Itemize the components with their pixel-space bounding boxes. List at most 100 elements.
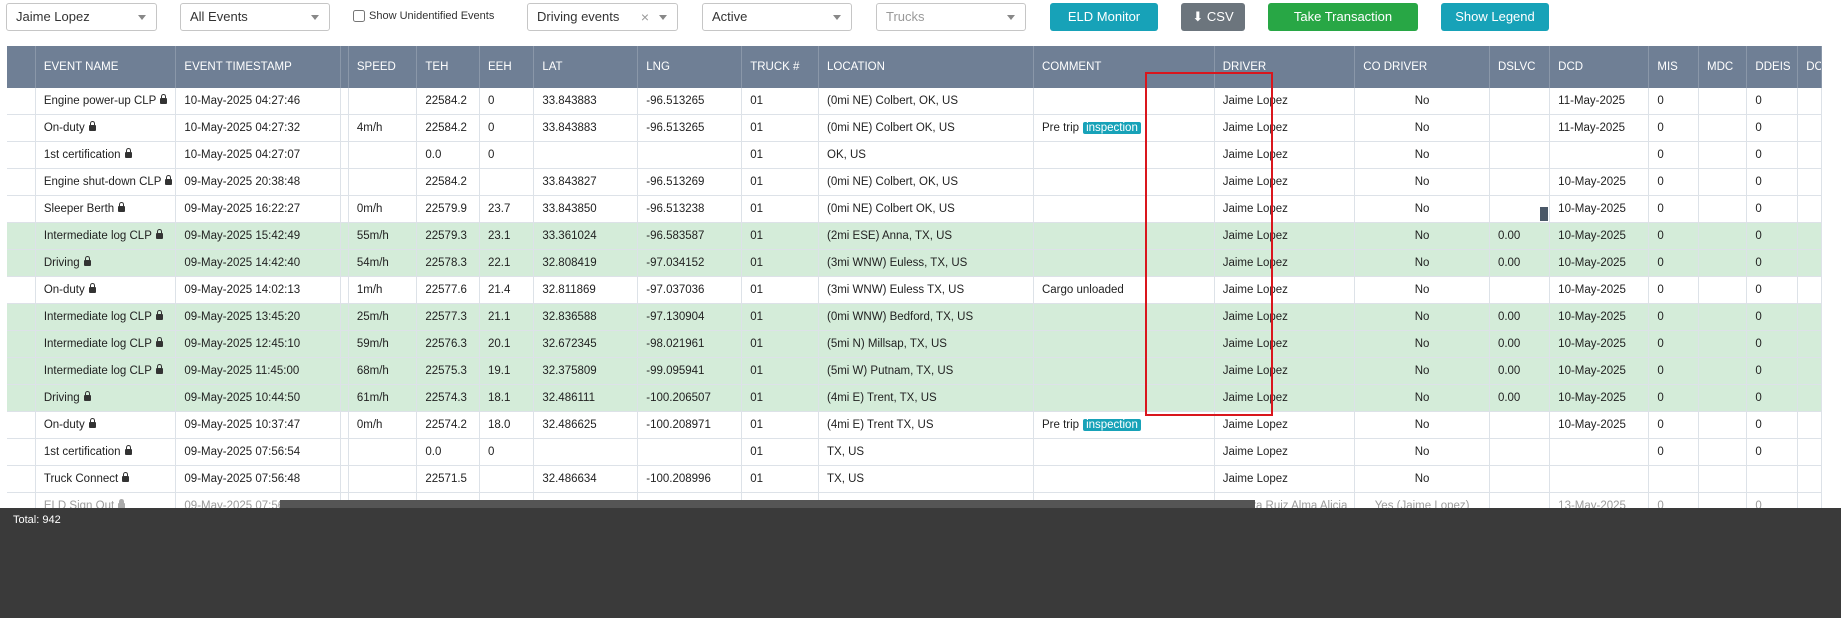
column-header[interactable]: LAT [533,46,639,88]
timestamp-cell-text: 09-May-2025 20:38:48 [184,176,301,188]
csv-button[interactable]: ⬇ CSV [1181,3,1245,31]
column-header[interactable]: LOCATION [818,46,1034,88]
show-unidentified-checkbox[interactable]: Show Unidentified Events [353,8,494,24]
speed-cell [348,141,418,169]
lng-cell: -97.130904 [637,303,743,331]
column-header[interactable]: DDEIS [1746,46,1799,88]
speed-cell: 59m/h [348,330,418,358]
dslvc-cell-text: 0.00 [1497,392,1521,404]
table-row[interactable]: Intermediate log CLP 09-May-2025 12:45:10… [7,330,1822,358]
table-row[interactable]: On-duty 09-May-2025 14:02:13 1m/h 22577.6 21… [7,276,1822,304]
event-name-cell: Driving [35,249,177,277]
table-row[interactable]: Sleeper Berth 09-May-2025 16:22:27 0m/h 225… [7,195,1822,223]
speed-cell [348,88,418,115]
horizontal-scrollbar[interactable] [280,500,1255,508]
eld-monitor-button[interactable]: ELD Monitor [1050,3,1158,31]
table-row[interactable]: Driving 09-May-2025 14:42:40 54m/h 22578.3 2… [7,249,1822,277]
column-header[interactable]: MIS [1648,46,1699,88]
table-row[interactable]: Engine shut-down CLP 09-May-2025 20:38:48… [7,168,1822,196]
dcd-cell-text: 10-May-2025 [1558,230,1626,242]
table-row[interactable]: Engine power-up CLP 10-May-2025 04:27:46 2… [7,88,1822,115]
table-row[interactable]: Intermediate log CLP 09-May-2025 13:45:20… [7,303,1822,331]
events-select[interactable]: All Events [180,3,330,31]
truck-cell-text: 01 [750,338,764,350]
timestamp-cell-text: 10-May-2025 04:27:32 [184,122,301,134]
co-driver-cell-text: No [1414,419,1430,431]
blank-cell [340,249,349,277]
show-legend-button[interactable]: Show Legend [1441,3,1549,31]
teh-cell-text: 22577.3 [425,311,467,323]
column-header[interactable]: DC [1797,46,1822,88]
table-row[interactable]: 1st certification 10-May-2025 04:27:07 0.0… [7,141,1822,169]
eeh-cell-text: 22.1 [487,257,511,269]
column-header[interactable]: CO DRIVER [1354,46,1490,88]
mis-cell: 0 [1648,222,1699,250]
co-driver-cell-text: No [1414,95,1430,107]
column-header[interactable]: DSLVC [1489,46,1551,88]
table-row[interactable]: Intermediate log CLP 09-May-2025 11:45:00… [7,357,1822,385]
mdc-cell [1698,411,1748,439]
toolbar: Jaime Lopez All Events Show Unidentified… [0,0,1841,46]
teh-cell-text: 22574.2 [425,419,467,431]
blank-cell [1797,438,1822,466]
eeh-cell-text: 0 [487,446,495,458]
trucks-select[interactable]: Trucks [876,3,1026,31]
lng-cell: -96.513265 [637,114,743,142]
eeh-cell-text: 0 [487,149,495,161]
co-driver-cell: No [1354,114,1490,142]
table-row[interactable]: Intermediate log CLP 09-May-2025 15:42:49… [7,222,1822,250]
column-header[interactable]: COMMENT [1033,46,1215,88]
driver-cell: Jaime Lopez [1214,330,1356,358]
timestamp-cell-text: 09-May-2025 10:37:47 [184,419,301,431]
event-type-select[interactable]: Driving events × [527,3,678,31]
timestamp-cell-text: 09-May-2025 07:56:54 [184,446,301,458]
column-header[interactable]: TEH [416,46,480,88]
event-name-cell-text: Intermediate log CLP [43,311,152,323]
mis-cell: 0 [1648,330,1699,358]
lat-cell: 33.843850 [533,195,639,223]
ddeis-cell-text: 0 [1755,311,1762,323]
timestamp-cell-text: 09-May-2025 15:42:49 [184,230,301,242]
lng-cell: -100.208996 [637,465,743,493]
blank-cell [1797,249,1822,277]
dslvc-cell [1489,88,1551,115]
timestamp-cell-text: 09-May-2025 14:02:13 [184,284,301,296]
clear-icon[interactable]: × [641,4,649,30]
column-header[interactable]: DCD [1549,46,1650,88]
column-header[interactable]: EVENT TIMESTAMP [175,46,341,88]
status-select[interactable]: Active [702,3,852,31]
column-header[interactable]: EVENT NAME [35,46,177,88]
truck-cell-text: 01 [750,392,764,404]
column-header[interactable]: EEH [479,46,535,88]
column-header[interactable]: SPEED [348,46,418,88]
co-driver-cell: No [1354,411,1490,439]
column-header[interactable]: MDC [1698,46,1748,88]
mdc-cell [1698,384,1748,412]
column-header[interactable]: DRIVER [1214,46,1356,88]
driver-select[interactable]: Jaime Lopez [6,3,157,31]
take-transaction-button[interactable]: Take Transaction [1268,3,1418,31]
vertical-scrollbar-thumb[interactable] [1540,207,1548,221]
eeh-cell-text: 19.1 [487,365,511,377]
table-row[interactable]: Truck Connect 09-May-2025 07:56:48 22571.5… [7,465,1822,493]
unidentified-checkbox-input[interactable] [353,10,365,22]
table-row[interactable]: On-duty 09-May-2025 10:37:47 0m/h 22574.2 18… [7,411,1822,439]
table-row[interactable]: 1st certification 09-May-2025 07:56:54 0.0… [7,438,1822,466]
blank-cell [340,438,349,466]
column-header[interactable]: LNG [637,46,743,88]
co-driver-cell: No [1354,357,1490,385]
mis-cell-text: 0 [1657,311,1664,323]
mis-cell: 0 [1648,384,1699,412]
table-row[interactable]: Driving 09-May-2025 10:44:50 61m/h 22574.3 1… [7,384,1822,412]
speed-cell: 68m/h [348,357,418,385]
comment-cell [1033,168,1215,196]
eeh-cell: 19.1 [479,357,535,385]
ddeis-cell: 0 [1746,357,1799,385]
dslvc-cell: 0.00 [1489,249,1551,277]
lock-icon [155,337,163,347]
table-row[interactable]: On-duty 10-May-2025 04:27:32 4m/h 22584.2 0 3… [7,114,1822,142]
blank-cell [340,303,349,331]
truck-cell-text: 01 [750,122,764,134]
column-header[interactable]: TRUCK # [741,46,819,88]
lat-cell [533,438,639,466]
